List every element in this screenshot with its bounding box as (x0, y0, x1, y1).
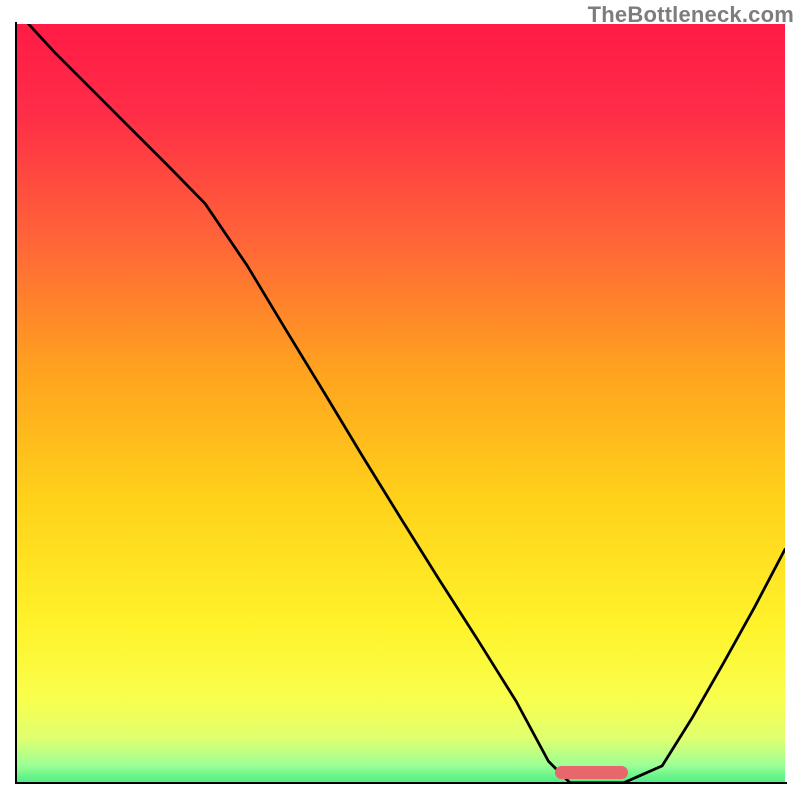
chart-container: TheBottleneck.com (0, 0, 800, 800)
bottleneck-curve (17, 24, 785, 782)
optimum-marker (555, 766, 628, 779)
x-axis-line (15, 782, 787, 784)
plot-frame (15, 22, 787, 784)
plot-area (17, 24, 785, 782)
